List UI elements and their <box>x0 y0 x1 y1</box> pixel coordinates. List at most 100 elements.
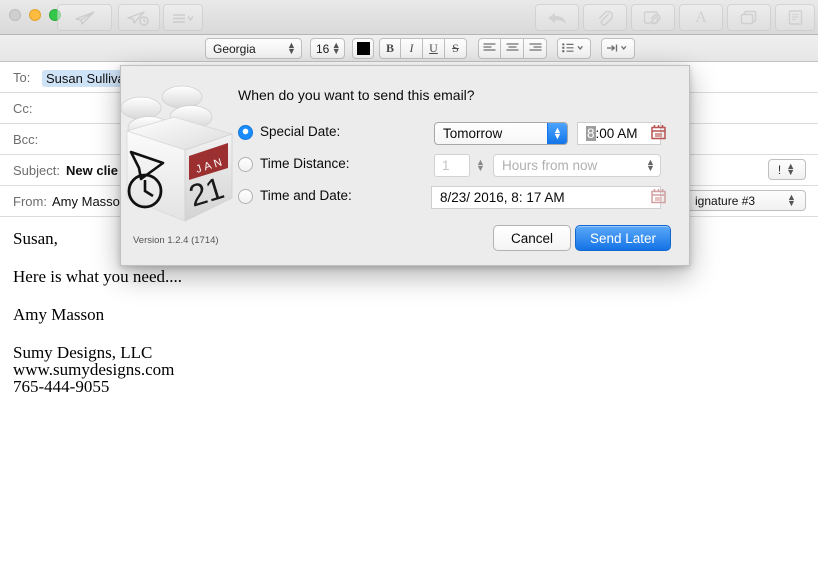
option-time-and-date-label: Time and Date: <box>260 188 352 203</box>
special-date-select[interactable]: Tomorrow ▲ ▼ <box>434 122 568 145</box>
window-titlebar: A <box>0 0 818 35</box>
priority-selector[interactable]: ! ▲ ▼ <box>768 159 806 180</box>
time-distance-unit-select[interactable]: Hours from now ▲ ▼ <box>493 154 661 177</box>
close-window-button[interactable] <box>9 9 21 21</box>
radio-special-date[interactable] <box>238 125 253 140</box>
send-later-dialog: JAN 21 Version 1.2.4 (1714) When do you … <box>120 65 690 266</box>
body-line: Here is what you need.... <box>13 267 183 286</box>
photo-browser-button[interactable] <box>727 4 771 31</box>
font-family-select[interactable]: Georgia ▲ ▼ <box>205 38 302 59</box>
format-toolbar: Georgia ▲ ▼ 16 ▲ ▼ B I U S <box>0 35 818 62</box>
align-center-icon <box>506 42 519 56</box>
font-size-value: 16 <box>316 41 330 56</box>
underline-icon: U <box>429 41 438 55</box>
body-line: 765-444-9055 <box>13 377 110 396</box>
bulleted-list-icon <box>562 42 586 56</box>
traffic-lights <box>9 9 61 21</box>
list-options-button[interactable] <box>163 4 203 31</box>
dialog-question: When do you want to send this email? <box>238 87 475 103</box>
format-button[interactable]: A <box>679 4 723 31</box>
radio-time-distance[interactable] <box>238 157 253 172</box>
attachment-card-icon <box>643 9 663 26</box>
attach-card-button[interactable] <box>631 4 675 31</box>
signature-value: ignature #3 <box>695 193 756 208</box>
italic-button[interactable]: I <box>401 38 423 59</box>
bold-icon: B <box>385 41 394 55</box>
signature-selector[interactable]: ignature #3 ▲ ▼ <box>686 190 806 211</box>
radio-time-and-date[interactable] <box>238 189 253 204</box>
chevron-updown-icon: ▲ ▼ <box>547 123 567 144</box>
from-value[interactable]: Amy Masso <box>52 194 120 209</box>
font-size-select[interactable]: 16 ▲ ▼ <box>310 38 345 59</box>
italic-icon: I <box>409 41 414 55</box>
bold-button[interactable]: B <box>379 38 401 59</box>
align-left-button[interactable] <box>478 38 501 59</box>
chevron-updown-icon: ▲ ▼ <box>787 191 796 208</box>
from-label: From: <box>13 194 47 209</box>
cancel-button-label: Cancel <box>510 230 554 246</box>
paper-plane-clock-icon <box>127 10 151 26</box>
chevron-updown-icon: ▲ ▼ <box>331 39 341 56</box>
send-later-confirm-label: Send Later <box>589 230 657 246</box>
message-body[interactable]: Susan, Here is what you need.... Amy Mas… <box>0 230 818 573</box>
chevron-updown-icon: ▲ ▼ <box>287 39 296 56</box>
to-label: To: <box>13 70 31 85</box>
calendar-picker-icon[interactable] <box>649 123 668 147</box>
color-swatch-icon <box>356 42 370 55</box>
to-recipient-token[interactable]: Susan Sulliva <box>42 70 129 87</box>
align-right-button[interactable] <box>524 38 547 59</box>
font-family-value: Georgia <box>213 41 256 56</box>
subject-value[interactable]: New clie <box>66 163 118 178</box>
version-label: Version 1.2.4 (1714) <box>133 235 219 246</box>
chevron-updown-icon: ▲ ▼ <box>646 156 655 173</box>
align-center-button[interactable] <box>501 38 524 59</box>
attach-button[interactable] <box>583 4 627 31</box>
indent-button[interactable] <box>601 38 635 59</box>
body-line: Sumy Designs, LLC <box>13 343 153 362</box>
reply-arrow-icon <box>546 10 568 26</box>
paperclip-icon <box>596 9 614 27</box>
time-distance-stepper[interactable]: ▲ ▼ <box>472 154 489 177</box>
send-later-confirm-button[interactable]: Send Later <box>575 225 671 251</box>
lists-button[interactable] <box>557 38 591 59</box>
minimize-window-button[interactable] <box>29 9 41 21</box>
time-hour-selected: 8 <box>586 126 596 141</box>
time-distance-amount-input[interactable]: 1 <box>434 154 470 177</box>
strikethrough-button[interactable]: S <box>445 38 467 59</box>
text-color-button[interactable] <box>352 38 374 59</box>
subject-label: Subject: <box>13 163 60 178</box>
sendlater-lego-brick-icon: JAN 21 <box>119 76 249 236</box>
cc-label: Cc: <box>13 101 33 116</box>
time-distance-amount-value: 1 <box>442 158 450 173</box>
body-line: www.sumydesigns.com <box>13 360 175 379</box>
strikethrough-icon: S <box>452 41 459 55</box>
underline-button[interactable]: U <box>423 38 445 59</box>
cancel-button[interactable]: Cancel <box>493 225 571 251</box>
special-date-value: Tomorrow <box>443 126 503 141</box>
stationery-button[interactable] <box>775 4 815 31</box>
chevron-updown-icon: ▲ ▼ <box>786 160 796 177</box>
calendar-picker-icon[interactable] <box>649 187 668 211</box>
indent-icon <box>606 42 630 56</box>
option-time-distance-label: Time Distance: <box>260 156 350 171</box>
reply-button[interactable] <box>535 4 579 31</box>
mail-compose-window: A Georgia ▲ ▼ 16 ▲ ▼ B I U S To: Susan S… <box>0 0 818 573</box>
stationery-icon <box>787 9 804 26</box>
time-and-date-value: 8/23/ 2016, 8: 17 AM <box>440 190 565 205</box>
send-button[interactable] <box>57 4 112 31</box>
chevron-updown-icon: ▲ ▼ <box>476 156 485 173</box>
priority-value: ! <box>777 162 782 177</box>
send-later-button[interactable] <box>118 4 160 31</box>
align-left-icon <box>483 42 496 56</box>
body-line: Amy Masson <box>13 305 105 324</box>
letter-a-icon: A <box>695 8 707 26</box>
bcc-label: Bcc: <box>13 132 39 147</box>
list-chevron-icon <box>171 12 195 24</box>
option-special-date-label: Special Date: <box>260 124 341 139</box>
time-rest: :00 AM <box>595 126 638 141</box>
time-and-date-field[interactable]: 8/23/ 2016, 8: 17 AM <box>431 186 661 209</box>
time-distance-unit-value: Hours from now <box>502 158 598 173</box>
align-right-icon <box>529 42 542 56</box>
